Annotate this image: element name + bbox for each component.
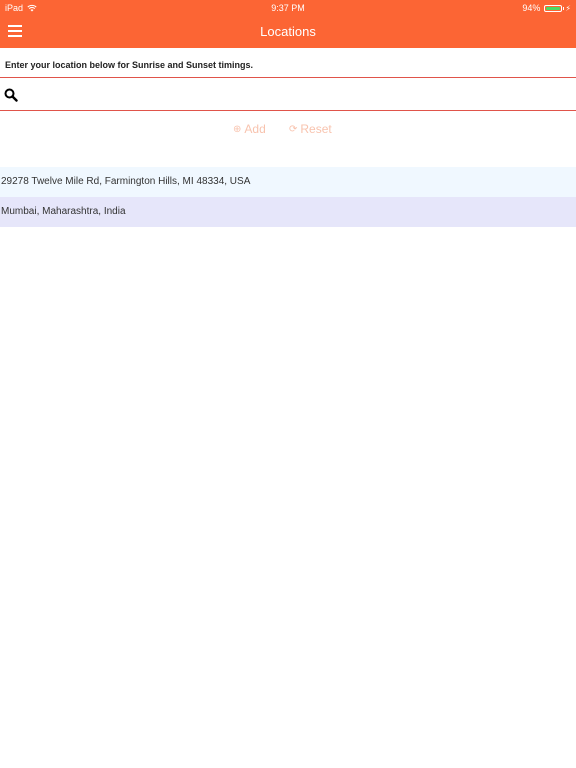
search-icon: [4, 88, 18, 102]
search-bar: [0, 77, 576, 111]
location-item[interactable]: Mumbai, Maharashtra, India: [0, 197, 576, 227]
action-row: ⊕ Add ⟳ Reset: [0, 122, 576, 138]
status-right: 94% ⚡: [522, 3, 571, 13]
battery-percent: 94%: [522, 3, 541, 13]
plus-circle-icon: ⊕: [233, 123, 242, 135]
reset-button[interactable]: ⟳ Reset: [289, 122, 332, 136]
status-bar: iPad 9:37 PM 94% ⚡: [0, 0, 576, 16]
battery-icon: [544, 4, 563, 12]
refresh-icon: ⟳: [289, 123, 298, 135]
instruction-text: Enter your location below for Sunrise an…: [5, 60, 254, 70]
battery-fill: [546, 6, 560, 10]
location-item[interactable]: 29278 Twelve Mile Rd, Farmington Hills, …: [0, 167, 576, 197]
search-input[interactable]: [24, 82, 568, 108]
reset-label: Reset: [300, 122, 332, 136]
battery-tip: [563, 6, 565, 10]
nav-bar: Locations: [0, 16, 576, 48]
page-title: Locations: [260, 24, 316, 39]
charging-bolt-icon: ⚡: [565, 3, 571, 13]
add-label: Add: [244, 122, 266, 136]
location-list: 29278 Twelve Mile Rd, Farmington Hills, …: [0, 167, 576, 227]
add-button[interactable]: ⊕ Add: [233, 122, 266, 136]
status-time: 9:37 PM: [271, 3, 305, 13]
